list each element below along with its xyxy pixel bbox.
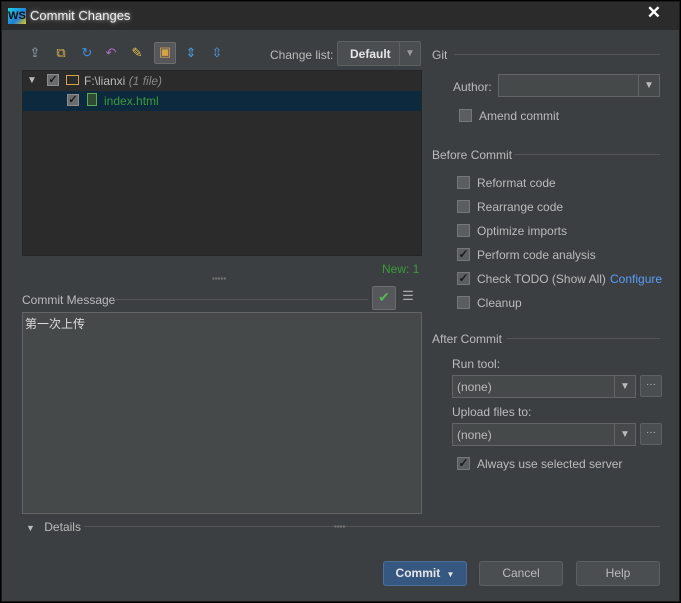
help-button[interactable]: Help [576,561,660,586]
optimize-imports-checkbox[interactable] [457,224,470,237]
commit-message-text: 第一次上传 [25,317,86,331]
details-label: Details [44,520,81,534]
cleanup-label: Cleanup [477,296,522,310]
html-file-icon [87,93,97,106]
edit-source-icon[interactable]: ✎ [128,44,146,62]
upload-server-value: (none) [457,428,492,442]
diff-icon[interactable]: ⧉ [52,44,70,62]
reformat-code-checkbox[interactable] [457,176,470,189]
cleanup-checkbox[interactable] [457,296,470,309]
run-tool-label: Run tool: [452,357,501,371]
dialog-title: Commit Changes [30,8,131,23]
commit-button-label: Commit [395,566,441,580]
folder-icon [66,75,79,85]
divider [514,154,660,155]
changed-files-tree[interactable]: ▼ ✓ F:\lianxi (1 file) ✓ index.html [22,70,422,256]
collapse-all-icon[interactable]: ⇳ [208,44,226,62]
splitter-grip-icon[interactable]: ▪▪▪▪▪ [212,274,226,283]
new-files-count: New: 1 [382,262,420,276]
chevron-down-icon[interactable]: ▼ [638,75,659,96]
commit-message-label: Commit Message [22,293,116,307]
webstorm-logo: WS [8,8,26,24]
chevron-down-icon[interactable]: ▼ [614,376,635,397]
after-commit-title: After Commit [432,332,503,346]
run-tool-value: (none) [457,380,492,394]
commit-button[interactable]: Commit ▼ [383,561,467,586]
upload-files-label: Upload files to: [452,405,532,419]
cancel-button[interactable]: Cancel [479,561,563,586]
divider [114,299,368,300]
root-path: F:\lianxi (1 file) [84,74,163,88]
reformat-code-label: Reformat code [477,176,556,190]
details-toggle[interactable]: ▼ Details [26,520,81,534]
always-use-server-label: Always use selected server [477,457,623,471]
collapse-triangle-icon[interactable]: ▼ [26,523,35,533]
run-tool-select[interactable]: (none) ▼ [452,375,636,398]
chevron-down-icon[interactable]: ▼ [447,570,455,579]
run-tool-browse-button[interactable]: ··· [640,375,662,397]
upload-server-select[interactable]: (none) ▼ [452,423,636,446]
always-use-server-checkbox[interactable]: ✓ [457,457,470,470]
expand-triangle-icon[interactable]: ▼ [27,75,37,86]
tree-row-file[interactable]: ✓ index.html [23,91,421,111]
root-checkbox[interactable]: ✓ [47,74,59,86]
move-to-changelist-icon[interactable]: ⇪ [26,44,44,62]
changelist-value: Default [350,47,391,61]
file-name: index.html [104,94,159,108]
git-section-title: Git [432,48,448,62]
author-select[interactable]: ▼ [498,74,660,97]
check-todo-checkbox[interactable]: ✓ [457,272,470,285]
refresh-icon[interactable]: ↻ [78,44,96,62]
amend-commit-label: Amend commit [479,109,560,123]
rearrange-code-label: Rearrange code [477,200,564,214]
configure-link[interactable]: Configure [610,272,662,286]
author-label: Author: [453,80,492,94]
amend-commit-checkbox[interactable] [459,109,472,122]
spellcheck-icon[interactable]: ✔ [372,286,396,310]
divider [84,526,660,527]
divider [454,54,660,55]
optimize-imports-label: Optimize imports [477,224,568,238]
splitter-grip-icon[interactable]: ▪▪▪▪ [334,522,345,531]
commit-changes-dialog: WS Commit Changes ✕ ⇪ ⧉ ↻ ↶ ✎ ▣ ⇕ ⇳ Chan… [1,1,680,602]
title-bar: WS Commit Changes ✕ [2,2,679,30]
changelist-label: Change list: [270,48,334,62]
tree-row-root[interactable]: ▼ ✓ F:\lianxi (1 file) [23,71,421,91]
upload-server-browse-button[interactable]: ··· [640,423,662,445]
rollback-icon[interactable]: ↶ [102,44,120,62]
chevron-down-icon[interactable]: ▼ [399,42,420,65]
chevron-down-icon[interactable]: ▼ [614,424,635,445]
changelist-select[interactable]: Default ▼ [337,41,421,66]
check-todo-label: Check TODO (Show All) [477,272,606,286]
file-checkbox[interactable]: ✓ [67,94,79,106]
group-by-directory-icon[interactable]: ▣ [154,42,176,64]
rearrange-code-checkbox[interactable] [457,200,470,213]
perform-code-analysis-checkbox[interactable]: ✓ [457,248,470,261]
perform-code-analysis-label: Perform code analysis [477,248,596,262]
close-icon[interactable]: ✕ [647,3,661,23]
expand-all-icon[interactable]: ⇕ [182,44,200,62]
before-commit-title: Before Commit [432,148,513,162]
recent-messages-icon[interactable]: ☰ [400,288,416,304]
divider [507,338,660,339]
commit-message-input[interactable]: 第一次上传 [22,312,422,514]
